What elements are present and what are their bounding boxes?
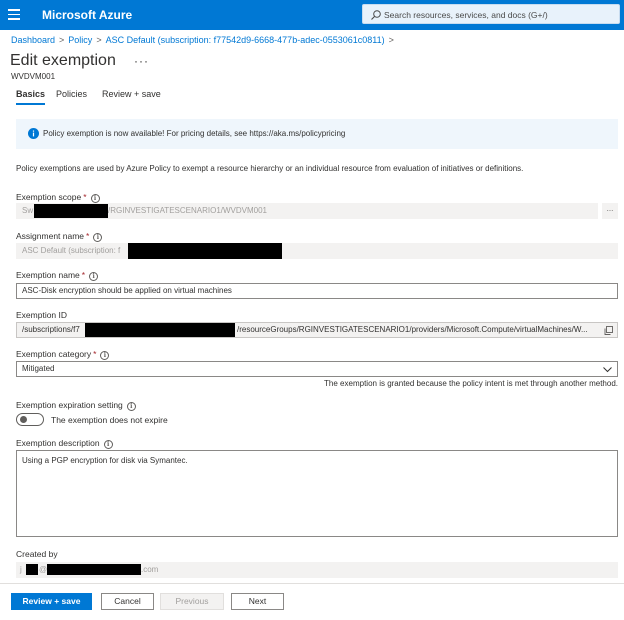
assignment-name-label-text: Assignment name	[16, 231, 85, 241]
required-marker: *	[83, 192, 87, 202]
created-by-suffix: .com	[141, 565, 159, 574]
page-description: Policy exemptions are used by Azure Poli…	[16, 164, 524, 173]
breadcrumb-assignment[interactable]: ASC Default (subscription: f77542d9-6668…	[106, 35, 385, 45]
created-by-label: Created by	[16, 549, 58, 559]
required-marker: *	[86, 231, 90, 241]
breadcrumb-separator: >	[59, 35, 65, 45]
assignment-name-field: ASC Default (subscription: f	[16, 243, 618, 259]
redacted-block	[26, 564, 38, 575]
info-icon[interactable]: i	[93, 233, 103, 242]
exemption-id-label-text: Exemption ID	[16, 310, 68, 320]
breadcrumb: Dashboard > Policy > ASC Default (subscripti…	[11, 35, 398, 45]
info-icon[interactable]: i	[103, 440, 113, 449]
scope-browse-button[interactable]: ...	[602, 203, 618, 219]
more-options-button[interactable]: ···	[134, 54, 149, 68]
search-input[interactable]: Search resources, services, and docs (G+…	[384, 10, 548, 20]
info-icon[interactable]: i	[89, 272, 99, 281]
exemption-name-label-text: Exemption name	[16, 270, 80, 280]
info-banner-text: Policy exemption is now available! For p…	[43, 129, 346, 138]
info-icon	[28, 128, 39, 139]
next-button[interactable]: Next	[231, 593, 284, 610]
exemption-id-field: /subscriptions/f7 /resourceGroups/RGINVE…	[16, 322, 618, 338]
created-by-field: j @ .com	[16, 562, 618, 578]
exemption-scope-suffix: /RGINVESTIGATESCENARIO1/WVDVM001	[108, 206, 267, 215]
exemption-scope-prefix: Sw	[22, 206, 34, 215]
redacted-block	[128, 243, 282, 259]
required-marker: *	[81, 270, 86, 280]
breadcrumb-dashboard[interactable]: Dashboard	[11, 35, 55, 45]
page-subtitle: WVDVM001	[11, 72, 56, 81]
exemption-category-label-text: Exemption category	[16, 349, 92, 359]
created-by-prefix: j	[20, 565, 22, 574]
redacted-block	[85, 323, 235, 337]
expiration-toggle[interactable]	[16, 413, 44, 426]
brand-title[interactable]: Microsoft Azure	[42, 8, 132, 22]
breadcrumb-separator: >	[96, 35, 102, 45]
exemption-category-value: Mitigated	[22, 364, 55, 373]
breadcrumb-policy[interactable]: Policy	[68, 35, 92, 45]
tab-policies[interactable]: Policies	[56, 89, 87, 99]
exemption-description-value: Using a PGP encryption for disk via Syma…	[22, 456, 188, 465]
expiration-setting-label: Exemption expiration setting i	[16, 400, 136, 411]
exemption-id-label: Exemption ID	[16, 310, 67, 320]
exemption-category-helper: The exemption is granted because the pol…	[324, 379, 618, 388]
tab-basics[interactable]: Basics	[16, 89, 46, 105]
info-banner: Policy exemption is now available! For p…	[16, 119, 618, 149]
menu-icon[interactable]	[8, 9, 20, 20]
cancel-button[interactable]: Cancel	[101, 593, 154, 610]
exemption-scope-label-text: Exemption scope	[16, 192, 82, 202]
exemption-name-value: ASC-Disk encryption should be applied on…	[22, 286, 232, 295]
copy-icon[interactable]	[604, 326, 613, 335]
assignment-name-prefix: ASC Default (subscription: f	[22, 246, 121, 255]
required-marker: *	[93, 349, 97, 359]
redacted-block	[47, 564, 141, 575]
exemption-name-label: Exemption name * i	[16, 270, 99, 281]
info-icon[interactable]: i	[126, 402, 136, 411]
expiration-setting-label-text: Exemption expiration setting	[16, 400, 123, 410]
exemption-category-dropdown[interactable]: Mitigated	[16, 361, 618, 377]
exemption-id-suffix: /resourceGroups/RGINVESTIGATESCENARIO1/p…	[237, 325, 588, 334]
page-title: Edit exemption	[10, 52, 116, 69]
chevron-down-icon	[603, 367, 612, 373]
previous-button[interactable]: Previous	[160, 593, 224, 610]
assignment-name-label: Assignment name * i	[16, 231, 103, 242]
footer-divider	[0, 583, 624, 584]
exemption-category-label: Exemption category * i	[16, 349, 110, 360]
exemption-description-textarea[interactable]: Using a PGP encryption for disk via Syma…	[16, 450, 618, 537]
exemption-description-label-text: Exemption description	[16, 438, 100, 448]
review-save-button[interactable]: Review + save	[11, 593, 92, 610]
tab-review-save[interactable]: Review + save	[102, 89, 161, 99]
info-icon[interactable]: i	[100, 351, 110, 360]
created-by-at: @	[39, 565, 48, 574]
created-by-label-text: Created by	[16, 549, 58, 559]
top-bar: Microsoft Azure Search resources, servic…	[0, 0, 624, 30]
exemption-scope-field: Sw /RGINVESTIGATESCENARIO1/WVDVM001	[16, 203, 598, 219]
search-box[interactable]: Search resources, services, and docs (G+…	[362, 4, 620, 24]
toggle-knob	[20, 416, 27, 423]
exemption-description-label: Exemption description i	[16, 438, 113, 449]
exemption-id-prefix: /subscriptions/f7	[22, 325, 80, 334]
expiration-toggle-label: The exemption does not expire	[51, 415, 168, 425]
breadcrumb-separator: >	[388, 35, 394, 45]
redacted-block	[34, 204, 108, 218]
info-icon[interactable]: i	[90, 194, 100, 203]
exemption-scope-label: Exemption scope * i	[16, 192, 100, 203]
exemption-name-input[interactable]: ASC-Disk encryption should be applied on…	[16, 283, 618, 299]
search-icon	[371, 10, 381, 20]
